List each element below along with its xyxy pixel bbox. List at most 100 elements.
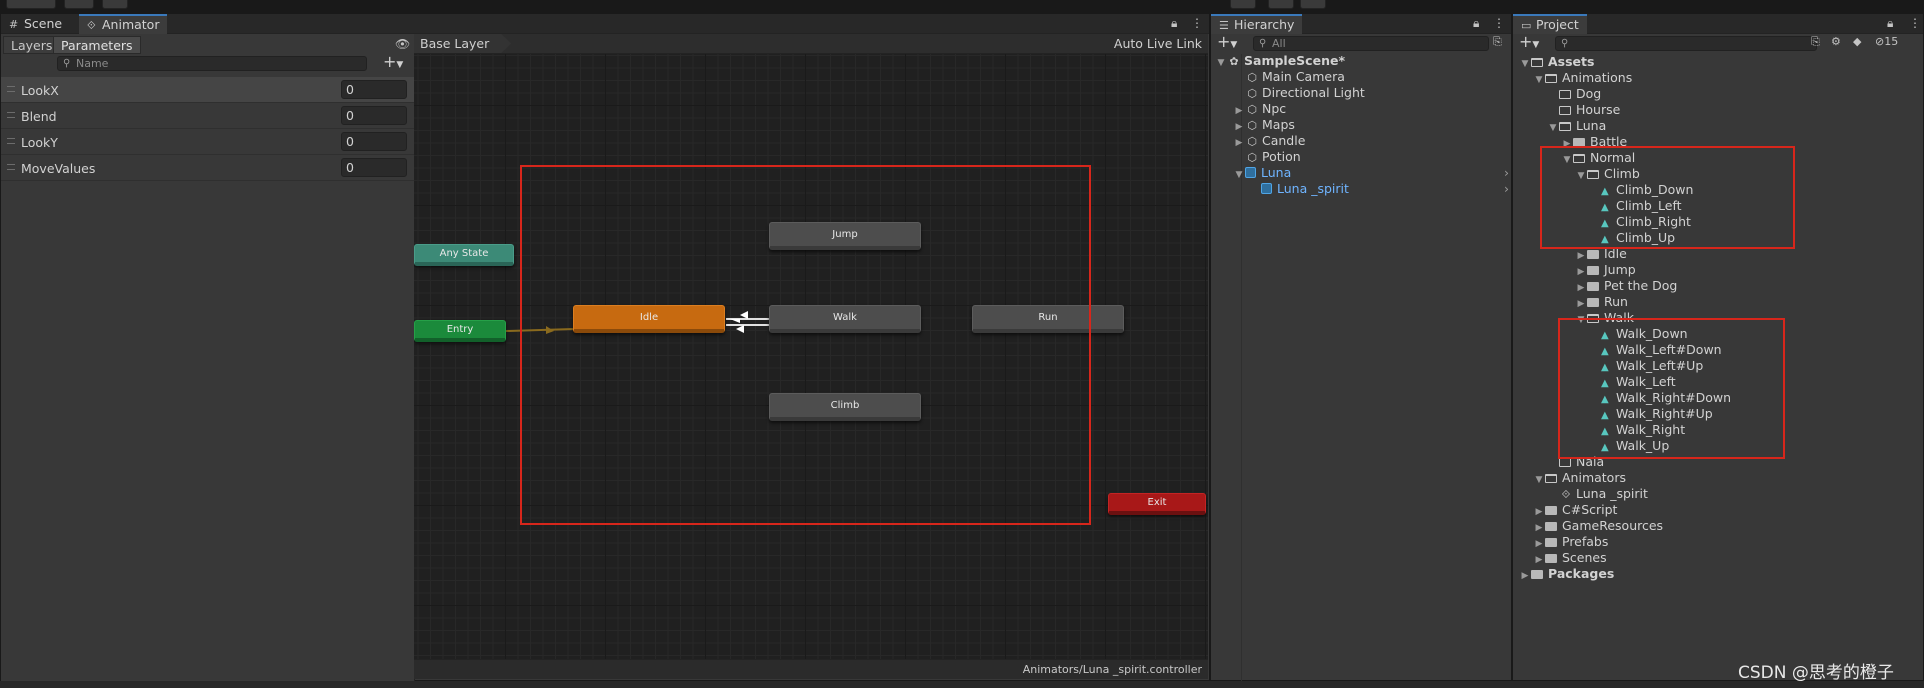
tab-layers[interactable]: Layers [3,36,61,54]
dropdown-arrow-icon: ▼ [1230,40,1238,50]
gameobject-icon: ⬡ [1247,87,1257,100]
hierarchy-item[interactable]: ⬡ Directional Light [1233,85,1365,101]
project-tree-item[interactable]: ▶ Prefabs [1533,534,1609,550]
hierarchy-item[interactable]: ⬡ Potion [1233,149,1301,165]
expanded-arrow-icon[interactable]: ▼ [1547,120,1559,136]
parameter-search-input[interactable]: ⚲ Name [57,56,367,71]
kebab-menu-icon[interactable]: ⋮ [1493,16,1505,30]
project-tree-item[interactable]: ▼ Animations [1533,70,1633,88]
state-any-state[interactable]: Any State [414,244,514,266]
chevron-right-icon[interactable]: › [1504,165,1509,181]
graph-status-bar: Animators/Luna _spirit.controller [414,659,1208,679]
parameter-value-field[interactable]: 0 [341,106,407,125]
pause-button[interactable] [1268,0,1294,9]
expanded-arrow-icon[interactable]: ▼ [1233,167,1245,183]
tab-project[interactable]: ▭ Project [1513,14,1587,34]
expanded-arrow-icon[interactable]: ▼ [1533,72,1545,88]
grid-icon: # [9,18,19,31]
parameter-row[interactable]: LookX 0 [1,77,414,103]
search-icon: ⚲ [1561,38,1569,49]
expanded-arrow-icon[interactable]: ▼ [1533,472,1545,488]
chevron-right-icon[interactable]: › [1504,181,1509,197]
create-button[interactable]: +▼ [1217,32,1237,51]
state-entry[interactable]: Entry [414,320,506,342]
tab-hierarchy[interactable]: ☰ Hierarchy [1211,14,1303,34]
hierarchy-item[interactable]: ⬡ Main Camera [1233,69,1345,85]
filter-icon[interactable]: ⚙ [1831,35,1841,48]
gameobject-icon: ⬡ [1247,119,1257,132]
project-tree-item[interactable]: ⟐ Luna _spirit [1547,486,1648,502]
play-button[interactable] [1230,0,1256,9]
hierarchy-item[interactable]: ▼ Luna › [1233,165,1513,181]
project-tree-item[interactable]: ▼ Animators [1533,470,1626,486]
tab-animator[interactable]: ⟐ Animator [79,14,168,34]
search-by-type-icon[interactable]: ⎘ [1493,35,1502,49]
folder-icon [1545,538,1557,547]
parameter-value-field[interactable]: 0 [341,80,407,99]
project-tree-item[interactable]: ▶ Jump [1575,262,1636,278]
parameter-row[interactable]: LookY 0 [1,129,414,155]
folder-icon [1587,298,1599,307]
kebab-menu-icon[interactable]: ⋮ [1909,16,1921,30]
hierarchy-tabbar: ☰ Hierarchy 🔒︎ ⋮ [1211,14,1511,34]
project-tree-item[interactable]: ▶ Packages [1519,566,1615,584]
gameobject-icon: ⬡ [1247,103,1257,116]
folder-open-icon [1531,58,1543,67]
tool-handle-button[interactable] [6,0,56,9]
state-machine-graph[interactable]: Any State Entry Idle Jump Walk Run Climb… [414,34,1208,659]
parameter-value-field[interactable]: 0 [341,132,407,151]
tool-settings-button[interactable] [102,0,128,9]
drag-handle-icon[interactable] [7,138,15,144]
scene-row[interactable]: ▼ ✿ SampleScene* [1215,53,1345,69]
top-toolbar [0,0,1924,14]
label-tag-icon[interactable]: ◆ [1853,35,1861,48]
project-tree-item[interactable]: ▶ Scenes [1533,550,1607,566]
hierarchy-item[interactable]: Luna _spirit › [1249,181,1513,197]
project-tree-item[interactable]: Dog [1547,86,1601,102]
parameter-row[interactable]: MoveValues 0 [1,155,414,181]
drag-handle-icon[interactable] [7,86,15,92]
project-tree-item[interactable]: ▶ Pet the Dog [1575,278,1678,294]
parameter-row[interactable]: Blend 0 [1,103,414,129]
expanded-arrow-icon[interactable]: ▼ [1215,55,1227,71]
project-tree-item[interactable]: ▶ GameResources [1533,518,1664,534]
lock-icon[interactable]: 🔒︎ [1171,16,1177,31]
project-tree-item[interactable]: ▶ Run [1575,294,1628,310]
hierarchy-search-input[interactable]: ⚲ All [1253,36,1489,51]
dropdown-arrow-icon: ▼ [1532,40,1540,50]
drag-handle-icon[interactable] [7,112,15,118]
project-search-input[interactable]: ⚲ [1555,36,1817,51]
project-tree-item[interactable]: Hourse [1547,102,1620,118]
expanded-arrow-icon[interactable]: ▼ [1519,56,1531,72]
hidden-packages-icon[interactable]: ⊘15 [1875,35,1898,48]
controller-path: Animators/Luna _spirit.controller [1022,663,1202,676]
eye-icon[interactable]: 👁︎ [395,37,410,51]
state-exit[interactable]: Exit [1108,493,1206,515]
tab-scene[interactable]: # Scene [1,14,70,34]
project-tree-item[interactable]: ▼ Assets [1519,54,1595,72]
hierarchy-item[interactable]: ▶ ⬡ Candle [1233,133,1306,149]
search-by-type-icon[interactable]: ⎘ [1811,35,1820,49]
drag-handle-icon[interactable] [7,164,15,170]
hierarchy-item[interactable]: ▶ ⬡ Npc [1233,101,1287,117]
tool-layout-button[interactable] [64,0,94,9]
animator-icon: ⟐ [87,19,96,32]
auto-live-link-button[interactable]: Auto Live Link [1114,36,1202,51]
breadcrumb[interactable]: Base Layer [414,34,511,53]
folder-icon [1545,522,1557,531]
step-button[interactable] [1300,0,1326,9]
parameter-value-field[interactable]: 0 [341,158,407,177]
project-tree-item[interactable]: ▼ Luna [1547,118,1607,136]
lock-icon[interactable]: 🔒︎ [1473,16,1479,31]
gameobject-icon: ⬡ [1247,135,1257,148]
add-parameter-button[interactable]: +▼ [383,52,403,71]
create-asset-button[interactable]: +▼ [1519,32,1539,51]
project-tree-item[interactable]: ▶ C#Script [1533,502,1618,518]
lock-icon[interactable]: 🔒︎ [1887,16,1893,31]
parameters-pane: Layers Parameters 👁︎ ⚲ Name +▼ LookX 0 B… [1,34,415,688]
walk-highlight-box [1558,318,1785,459]
hierarchy-item[interactable]: ▶ ⬡ Maps [1233,117,1295,133]
kebab-menu-icon[interactable]: ⋮ [1191,16,1203,30]
tab-parameters[interactable]: Parameters [53,36,141,54]
collapsed-arrow-icon[interactable]: ▶ [1519,568,1531,584]
